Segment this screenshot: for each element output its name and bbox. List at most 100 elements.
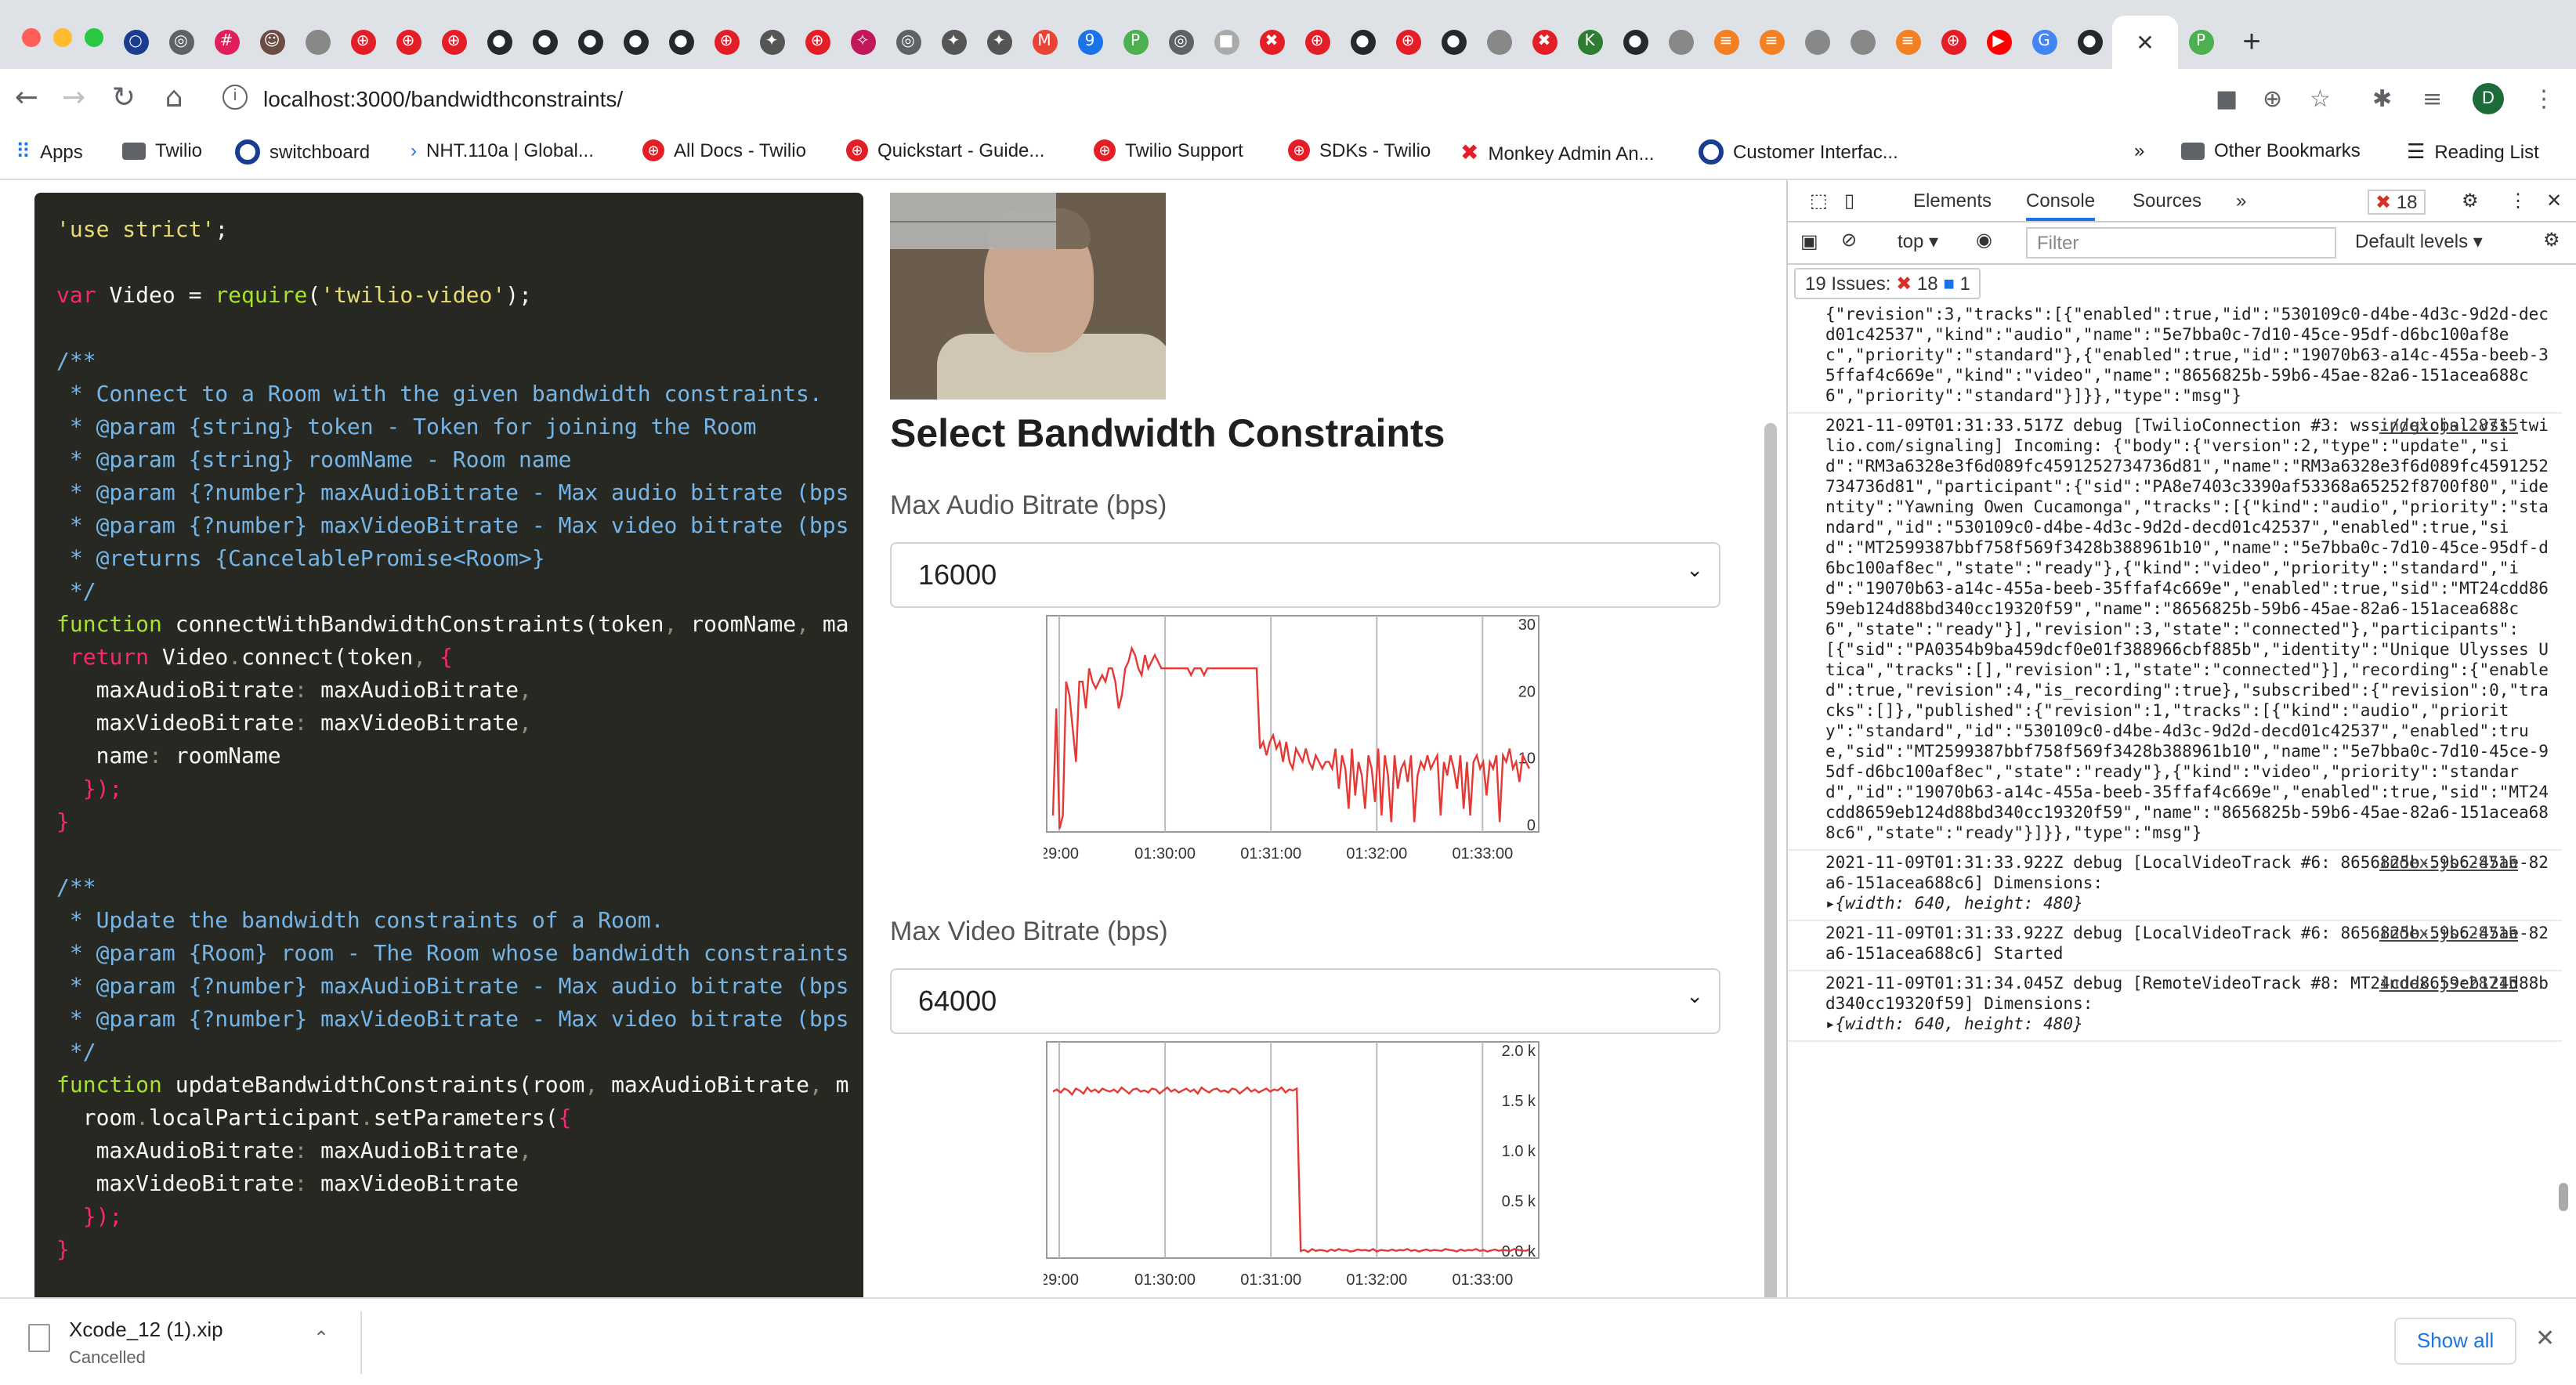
video-bitrate-select[interactable]: 64000 ⌄ <box>890 968 1720 1034</box>
reload-icon[interactable]: ↻ <box>107 81 141 114</box>
console-scrollbar[interactable] <box>2559 1183 2568 1211</box>
browser-tab[interactable]: ● <box>522 16 567 69</box>
console-source-link[interactable]: index.js:28715 <box>2379 854 2518 874</box>
browser-tab[interactable]: ⊕ <box>794 16 840 69</box>
bookmark-other[interactable]: Other Bookmarks <box>2181 139 2361 161</box>
browser-tab[interactable]: 9 <box>1067 16 1113 69</box>
bookmark-twilio-folder[interactable]: Twilio <box>122 139 202 161</box>
settings-gear-icon[interactable]: ⚙ <box>2462 190 2479 212</box>
sidebar-toggle-icon[interactable]: ▣ <box>1800 230 1818 252</box>
browser-tab[interactable]: ≡ <box>1703 16 1749 69</box>
browser-tab[interactable]: ● <box>613 16 658 69</box>
console-object[interactable]: ▸{width: 640, height: 480} <box>1825 1015 2556 1036</box>
console-source-link[interactable]: index.js:28715 <box>2379 975 2518 995</box>
browser-tab[interactable] <box>1658 16 1703 69</box>
browser-tab[interactable]: M <box>1022 16 1067 69</box>
browser-tab[interactable]: ▶ <box>1976 16 2021 69</box>
audio-bitrate-select[interactable]: 16000 ⌄ <box>890 542 1720 608</box>
browser-tab[interactable]: P <box>1113 16 1158 69</box>
browser-tab[interactable]: ✖ <box>1521 16 1567 69</box>
browser-tab[interactable]: ◎ <box>885 16 931 69</box>
bookmarks-overflow[interactable]: » <box>2134 139 2144 161</box>
tab-sources[interactable]: Sources <box>2133 190 2202 212</box>
browser-tab[interactable]: ● <box>2067 16 2112 69</box>
browser-tab[interactable]: ☺ <box>249 16 295 69</box>
browser-tab[interactable]: ⊕ <box>704 16 749 69</box>
context-select[interactable]: top ▾ <box>1898 230 1938 252</box>
site-info-icon[interactable]: i <box>223 85 248 110</box>
bookmark-sdks[interactable]: ⊕ SDKs - Twilio <box>1288 139 1431 161</box>
console-source-link[interactable]: index.js:28715 <box>2379 417 2518 437</box>
bookmark-apps[interactable]: ⠿ Apps <box>16 139 83 165</box>
browser-tab[interactable]: G <box>2021 16 2067 69</box>
new-tab-button[interactable]: + <box>2223 24 2280 60</box>
tab-elements[interactable]: Elements <box>1913 190 1992 212</box>
browser-tab[interactable]: ● <box>476 16 522 69</box>
address-bar[interactable]: i localhost:3000/bandwidthconstraints/ <box>210 75 2200 122</box>
device-toolbar-icon[interactable]: ▯ <box>1844 190 1854 212</box>
browser-tab[interactable]: ✦ <box>976 16 1022 69</box>
chevron-up-icon[interactable]: ⌃ <box>313 1327 329 1349</box>
browser-tab[interactable]: P <box>2178 16 2223 69</box>
browser-tab[interactable]: ⊕ <box>1930 16 1976 69</box>
show-all-button[interactable]: Show all <box>2394 1318 2516 1365</box>
browser-tab[interactable]: ⊕ <box>340 16 385 69</box>
media-control-icon[interactable]: ≡ <box>2422 85 2442 113</box>
forward-arrow-icon[interactable]: → <box>56 81 91 114</box>
bookmark-quickstart[interactable]: ⊕ Quickstart - Guide... <box>846 139 1044 161</box>
browser-tab[interactable]: ⊕ <box>1385 16 1431 69</box>
browser-tab[interactable]: ● <box>567 16 613 69</box>
browser-tab[interactable] <box>1476 16 1521 69</box>
browser-tab[interactable]: ● <box>1612 16 1658 69</box>
star-icon[interactable]: ☆ <box>2310 85 2331 113</box>
browser-tab[interactable]: ● <box>1431 16 1476 69</box>
close-devtools-icon[interactable]: ✕ <box>2546 190 2562 212</box>
bookmark-twilio-support[interactable]: ⊕ Twilio Support <box>1094 139 1243 161</box>
browser-tab[interactable]: ✦ <box>931 16 976 69</box>
browser-tab[interactable] <box>1840 16 1885 69</box>
bookmark-switchboard[interactable]: switchboard <box>235 139 370 165</box>
camera-icon[interactable]: ■ <box>2216 85 2238 113</box>
browser-tab[interactable]: ● <box>1340 16 1385 69</box>
browser-tab[interactable]: ✖ <box>1249 16 1294 69</box>
clear-console-icon[interactable]: ⊘ <box>1841 229 1857 251</box>
error-count-badge[interactable]: ✖ 18 <box>2368 190 2426 215</box>
more-tabs-icon[interactable]: » <box>2236 190 2246 212</box>
console-filter-input[interactable]: Filter <box>2026 227 2336 259</box>
minimize-window-button[interactable] <box>53 28 72 47</box>
menu-kebab-icon[interactable]: ⋮ <box>2532 85 2556 113</box>
bookmark-nht[interactable]: › NHT.110a | Global... <box>411 139 594 161</box>
close-download-bar-icon[interactable]: ✕ <box>2535 1324 2555 1352</box>
bookmark-all-docs[interactable]: ⊕ All Docs - Twilio <box>642 139 806 161</box>
browser-tab[interactable]: ⊕ <box>385 16 431 69</box>
reading-list[interactable]: ☰ Reading List <box>2407 139 2539 165</box>
browser-tab[interactable] <box>1794 16 1840 69</box>
log-levels-select[interactable]: Default levels ▾ <box>2355 230 2483 252</box>
page-scrollbar[interactable] <box>1764 423 1777 1297</box>
browser-tab[interactable]: ≡ <box>1749 16 1794 69</box>
profile-avatar[interactable]: D <box>2473 83 2504 114</box>
inspect-icon[interactable]: ⬚ <box>1810 190 1828 212</box>
browser-tab[interactable]: ≡ <box>1885 16 1930 69</box>
console-source-link[interactable]: index.js:28715 <box>2379 924 2518 945</box>
active-tab[interactable]: ✕ <box>2112 16 2178 69</box>
back-arrow-icon[interactable]: ← <box>9 81 44 114</box>
browser-tab[interactable]: K <box>1567 16 1612 69</box>
console-settings-gear-icon[interactable]: ⚙ <box>2543 229 2560 251</box>
browser-tab[interactable]: ⊕ <box>1294 16 1340 69</box>
zoom-icon[interactable]: ⊕ <box>2263 85 2282 113</box>
home-icon[interactable]: ⌂ <box>157 81 191 114</box>
issues-bar[interactable]: 19 Issues: ✖ 18 ■ 1 <box>1794 268 1981 299</box>
console-object[interactable]: ▸{width: 640, height: 480} <box>1825 895 2556 915</box>
browser-tab[interactable]: ✦ <box>749 16 794 69</box>
bookmark-monkey[interactable]: ✖ Monkey Admin An... <box>1460 139 1655 166</box>
browser-tab[interactable]: ⊕ <box>431 16 476 69</box>
browser-tab[interactable]: ■ <box>1203 16 1249 69</box>
browser-tab[interactable]: ◎ <box>1158 16 1203 69</box>
tab-console[interactable]: Console <box>2026 190 2096 221</box>
maximize-window-button[interactable] <box>85 28 103 47</box>
browser-tab[interactable]: # <box>204 16 249 69</box>
browser-tab[interactable]: ● <box>658 16 704 69</box>
browser-tab[interactable] <box>295 16 340 69</box>
browser-tab[interactable]: ◎ <box>158 16 204 69</box>
